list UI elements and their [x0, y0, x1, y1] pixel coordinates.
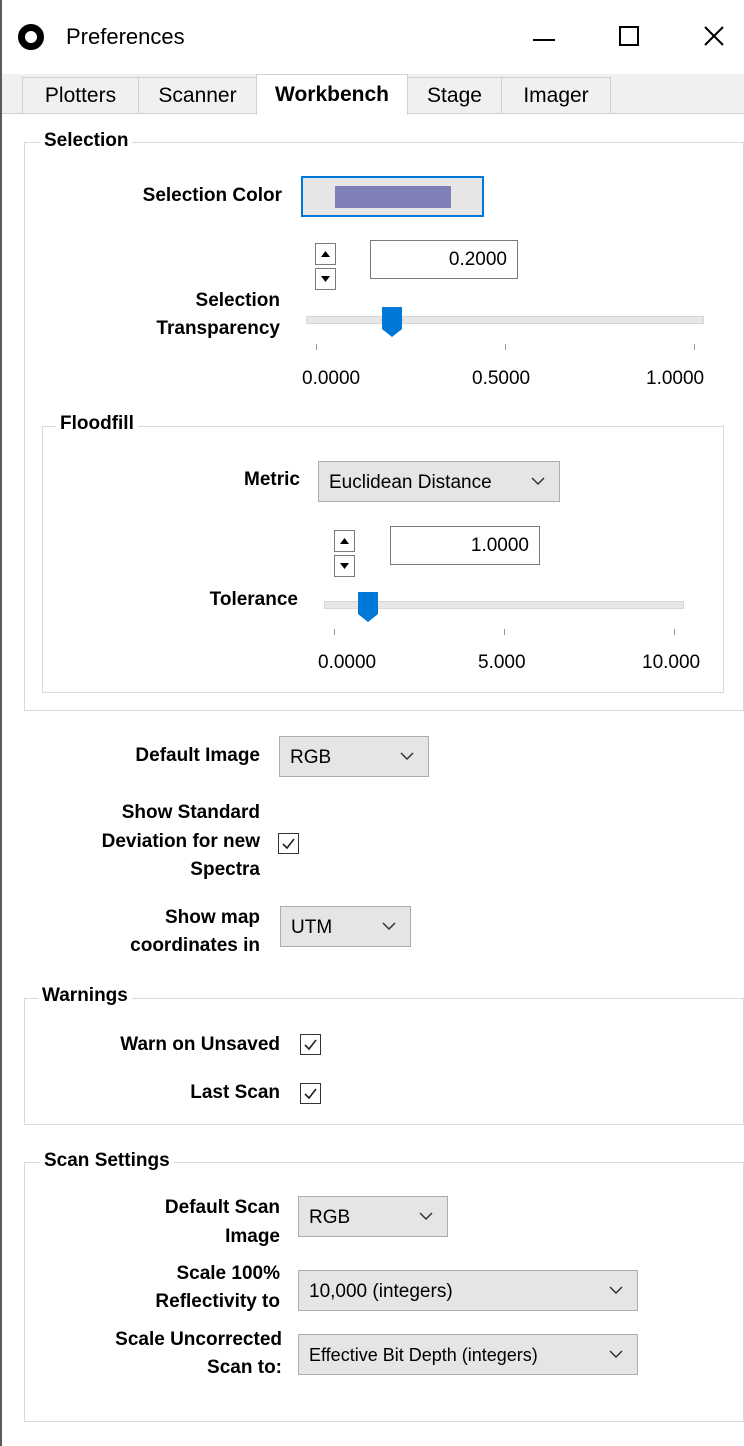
- tick-mark: [674, 629, 675, 635]
- map-coords-label-line1: Show map: [164, 907, 260, 928]
- scale-reflectivity-select[interactable]: 10,000 (integers): [298, 1270, 638, 1311]
- arrow-down-icon: [340, 563, 349, 569]
- last-scan-checkbox[interactable]: [300, 1083, 321, 1104]
- default-scan-label-line1: Default Scan: [164, 1197, 280, 1218]
- metric-label: Metric: [244, 469, 300, 490]
- scale-refl-label-line2: Reflectivity to: [155, 1291, 280, 1312]
- selection-group-title: Selection: [40, 130, 133, 152]
- title-bar[interactable]: Preferences: [2, 0, 744, 74]
- selection-color-button[interactable]: [301, 176, 484, 217]
- selection-color-label: Selection Color: [142, 185, 282, 206]
- scale-refl-label-line1: Scale 100%: [176, 1263, 280, 1284]
- default-image-label: Default Image: [135, 745, 260, 766]
- std-dev-label-line3: Spectra: [190, 859, 260, 880]
- close-button[interactable]: [684, 14, 744, 58]
- transparency-min-label: 0.0000: [302, 368, 361, 389]
- check-icon: [282, 838, 295, 850]
- tab-workbench[interactable]: Workbench: [256, 74, 408, 115]
- minimize-button[interactable]: [514, 14, 574, 58]
- warn-unsaved-checkbox[interactable]: [300, 1034, 321, 1055]
- chevron-down-icon: [609, 1350, 623, 1359]
- map-coords-select[interactable]: UTM: [280, 906, 411, 947]
- maximize-icon: [619, 26, 639, 46]
- chevron-down-icon: [382, 922, 396, 931]
- std-dev-label-line1: Show Standard: [121, 802, 260, 823]
- std-dev-label-line2: Deviation for new: [101, 831, 260, 852]
- warnings-group-title: Warnings: [38, 985, 132, 1007]
- transparency-mid-label: 0.5000: [472, 368, 531, 389]
- scale-uncorrected-value: Effective Bit Depth (integers): [309, 1345, 538, 1365]
- transparency-value-input[interactable]: 0.2000: [370, 240, 518, 279]
- tick-mark: [504, 629, 505, 635]
- arrow-up-icon: [340, 538, 349, 544]
- minimize-icon: [533, 39, 555, 41]
- scale-uncorrected-select[interactable]: Effective Bit Depth (integers): [298, 1334, 638, 1375]
- arrow-up-icon: [321, 251, 330, 257]
- tick-mark: [334, 629, 335, 635]
- tolerance-slider-thumb[interactable]: [358, 592, 378, 622]
- tolerance-min-label: 0.0000: [318, 652, 377, 673]
- preferences-window: Preferences Plotters Scanner Workbench S…: [0, 0, 744, 1446]
- tab-imager[interactable]: Imager: [501, 77, 611, 113]
- circle-logo-icon: [18, 24, 44, 50]
- chevron-down-icon: [531, 477, 545, 486]
- tab-stage[interactable]: Stage: [407, 77, 502, 113]
- warn-unsaved-label: Warn on Unsaved: [120, 1034, 280, 1055]
- tick-mark: [694, 344, 695, 350]
- tolerance-value-input[interactable]: 1.0000: [390, 526, 540, 565]
- tolerance-slider-track[interactable]: [324, 601, 684, 609]
- metric-select-value: Euclidean Distance: [329, 472, 492, 493]
- chevron-down-icon: [609, 1286, 623, 1295]
- tolerance-label: Tolerance: [209, 589, 298, 610]
- selection-color-swatch: [335, 186, 451, 208]
- tab-strip: Plotters Scanner Workbench Stage Imager: [2, 74, 744, 115]
- spin-up-button[interactable]: [334, 530, 355, 552]
- default-image-value: RGB: [290, 747, 332, 768]
- scale-uncorr-label-line2: Scan to:: [207, 1357, 282, 1378]
- floodfill-group-title: Floodfill: [56, 413, 138, 435]
- spin-down-button[interactable]: [334, 555, 355, 577]
- tab-plotters[interactable]: Plotters: [22, 77, 139, 113]
- spin-down-button[interactable]: [315, 268, 336, 290]
- transparency-label-line2: Transparency: [156, 318, 280, 339]
- scale-uncorr-label-line1: Scale Uncorrected: [115, 1329, 282, 1350]
- spin-up-button[interactable]: [315, 243, 336, 265]
- tick-mark: [505, 344, 506, 350]
- chevron-down-icon: [400, 752, 414, 761]
- chevron-down-icon: [419, 1212, 433, 1221]
- window-title: Preferences: [66, 24, 185, 49]
- default-scan-label-line2: Image: [225, 1226, 280, 1247]
- scan-settings-group-title: Scan Settings: [40, 1150, 174, 1172]
- tolerance-spinner[interactable]: [334, 530, 355, 577]
- tab-scanner[interactable]: Scanner: [138, 77, 257, 113]
- tolerance-mid-label: 5.000: [478, 652, 526, 673]
- maximize-button[interactable]: [599, 14, 659, 58]
- transparency-max-label: 1.0000: [646, 368, 705, 389]
- transparency-label-line1: Selection: [195, 290, 280, 311]
- default-image-select[interactable]: RGB: [279, 736, 429, 777]
- check-icon: [304, 1088, 317, 1100]
- map-coords-label-line2: coordinates in: [130, 935, 260, 956]
- transparency-slider-thumb[interactable]: [381, 307, 402, 337]
- scale-reflectivity-value: 10,000 (integers): [309, 1281, 453, 1302]
- transparency-slider-track[interactable]: [306, 316, 704, 324]
- last-scan-label: Last Scan: [190, 1082, 280, 1103]
- transparency-spinner[interactable]: [315, 243, 336, 290]
- metric-select[interactable]: Euclidean Distance: [318, 461, 560, 502]
- check-icon: [304, 1039, 317, 1051]
- tolerance-max-label: 10.000: [642, 652, 701, 673]
- std-dev-checkbox[interactable]: [278, 833, 299, 854]
- default-scan-value: RGB: [309, 1207, 351, 1228]
- default-scan-select[interactable]: RGB: [298, 1196, 448, 1237]
- close-icon: [704, 26, 724, 46]
- map-coords-value: UTM: [291, 917, 333, 938]
- arrow-down-icon: [321, 276, 330, 282]
- tick-mark: [316, 344, 317, 350]
